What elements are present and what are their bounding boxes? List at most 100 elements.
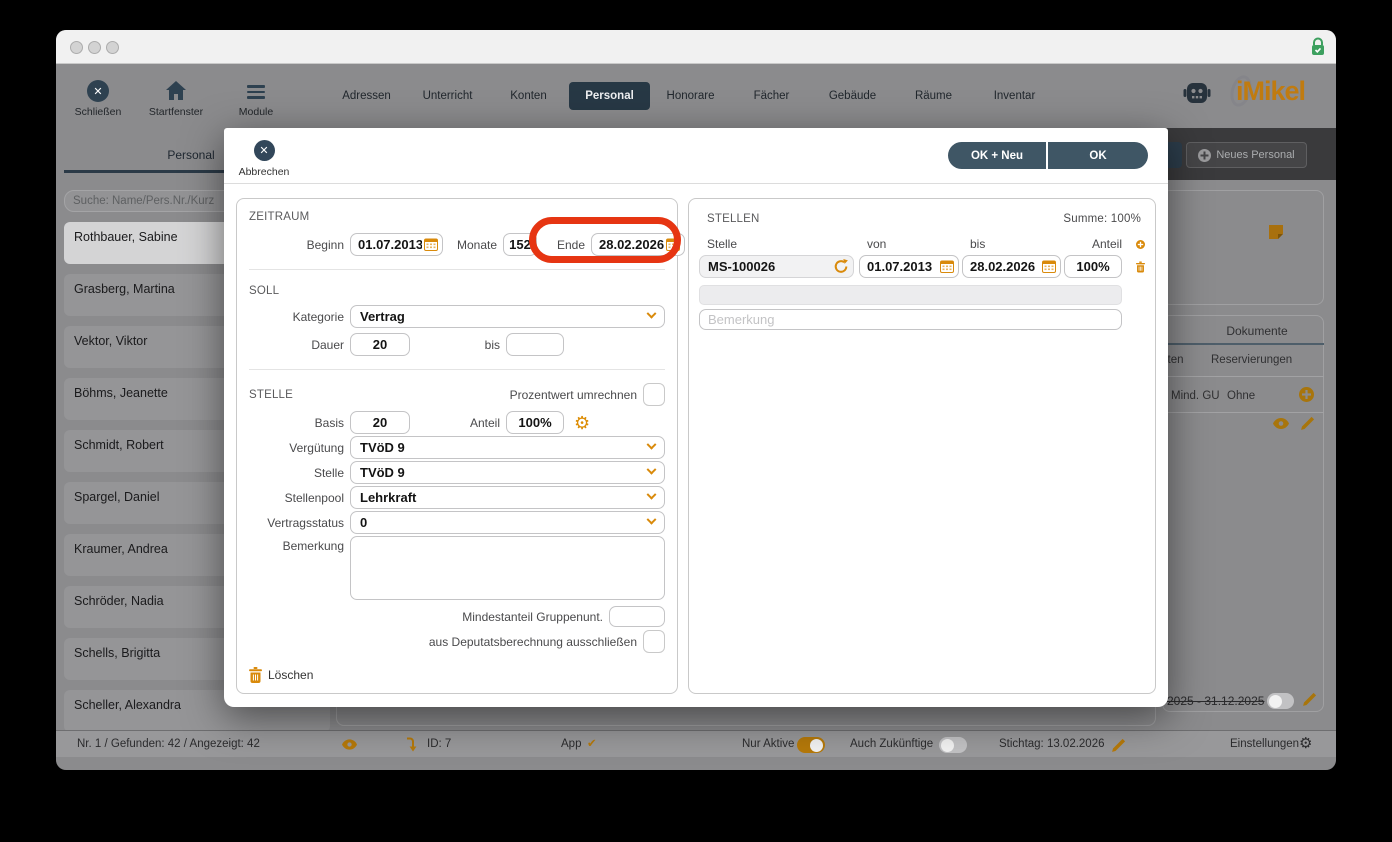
traffic-minimize-button[interactable] (88, 41, 101, 54)
ok-button[interactable]: OK (1048, 142, 1148, 169)
gear-icon[interactable]: ⚙ (574, 413, 590, 433)
abbrechen-label: Abbrechen (238, 166, 290, 178)
verguetung-label: Vergütung (289, 440, 344, 455)
tab-unterricht[interactable]: Unterricht (407, 82, 488, 110)
tab-faecher[interactable]: Fächer (731, 82, 812, 110)
stelle-von-field[interactable] (859, 255, 959, 278)
imikel-logo: iMikel (1226, 72, 1334, 110)
tab-konten[interactable]: Konten (488, 82, 569, 110)
chevron-down-icon (646, 489, 657, 500)
einstellungen-label[interactable]: Einstellungen (1230, 731, 1299, 757)
dauer-input[interactable] (350, 333, 410, 356)
divider (1163, 376, 1324, 377)
neues-personal-label: Neues Personal (1216, 149, 1295, 161)
result-counts: Nr. 1 / Gefunden: 42 / Angezeigt: 42 (77, 738, 260, 750)
pencil-icon[interactable] (1112, 738, 1126, 752)
mind-gu-label: Mind. GU (1171, 390, 1220, 402)
sort-down-icon[interactable] (406, 737, 417, 752)
plus-circle-icon (1198, 148, 1212, 162)
bemerkung-textarea[interactable] (350, 536, 665, 600)
stellenpool-row: Stellenpool Lehrkraft (249, 486, 665, 509)
close-icon: ✕ (253, 140, 275, 161)
tab-raeume[interactable]: Räume (893, 82, 974, 110)
nur-aktive-toggle[interactable] (797, 737, 825, 753)
beginn-field[interactable] (350, 233, 443, 256)
close-label: Schließen (74, 106, 122, 118)
chevron-down-icon (646, 514, 657, 525)
calendar-icon[interactable] (940, 260, 954, 273)
vertragsstatus-row: Vertragsstatus 0 (249, 511, 665, 534)
add-icon[interactable] (1299, 387, 1314, 402)
vertragsstatus-select[interactable]: 0 (350, 511, 665, 534)
tab-personal[interactable]: Personal (569, 82, 650, 110)
close-icon: ✕ (87, 80, 109, 102)
vertragsstatus-value: 0 (360, 515, 368, 530)
prozentwert-checkbox[interactable] (643, 383, 665, 406)
ok-neu-button[interactable]: OK + Neu (948, 142, 1046, 169)
traffic-close-button[interactable] (70, 41, 83, 54)
auch-zukuenftige-toggle[interactable] (939, 737, 967, 753)
pencil-icon[interactable] (1303, 692, 1317, 706)
tab-honorare[interactable]: Honorare (650, 82, 731, 110)
eye-icon[interactable] (1273, 418, 1289, 429)
dokumente-tab-underline (1163, 343, 1324, 345)
screen: ✕ Schließen Startfenster Module Adressen… (0, 0, 1392, 842)
kategorie-label: Kategorie (292, 309, 344, 324)
chevron-down-icon (646, 464, 657, 475)
anteil-input[interactable] (506, 411, 564, 434)
anteil-label: Anteil (469, 415, 500, 430)
mindestanteil-label: Mindestanteil Gruppenunt. (462, 609, 603, 624)
eye-icon[interactable] (342, 739, 357, 750)
refresh-icon[interactable] (834, 259, 848, 274)
calendar-icon[interactable] (1042, 260, 1056, 273)
tab-adressen[interactable]: Adressen (326, 82, 407, 110)
stellenpool-select[interactable]: Lehrkraft (350, 486, 665, 509)
stelle-label: Stelle (313, 465, 344, 480)
traffic-zoom-button[interactable] (106, 41, 119, 54)
tab-inventar[interactable]: Inventar (974, 82, 1055, 110)
deputat-checkbox[interactable] (643, 630, 665, 653)
stellen-bemerkung-input[interactable] (699, 309, 1122, 330)
startfenster-label: Startfenster (148, 106, 204, 118)
stellen-row (699, 255, 1145, 278)
stelle-anteil-input[interactable] (1064, 255, 1122, 278)
stelle-id-input[interactable] (699, 255, 854, 278)
prozentwert-label: Prozentwert umrechnen (509, 387, 637, 402)
robot-icon[interactable] (1183, 80, 1211, 106)
kategorie-select[interactable]: Vertrag (350, 305, 665, 328)
app-label: App (561, 738, 582, 750)
loeschen-button[interactable]: Löschen (249, 666, 665, 684)
divider (249, 369, 665, 370)
basis-row: Basis Anteil ⚙ (249, 411, 665, 434)
stelle-select[interactable]: TVöD 9 (350, 461, 665, 484)
col-stelle: Stelle (707, 237, 738, 251)
calendar-icon[interactable] (424, 238, 438, 251)
startfenster-button[interactable]: Startfenster (140, 80, 212, 118)
pencil-icon[interactable] (1301, 416, 1315, 430)
abbrechen-button[interactable]: ✕ Abbrechen (236, 140, 292, 178)
gear-icon[interactable]: ⚙ (1299, 731, 1312, 757)
add-row-icon[interactable] (1136, 237, 1145, 252)
stelle-id-field[interactable] (699, 255, 854, 278)
deputat-label: aus Deputatsberechnung ausschließen (428, 634, 637, 649)
neues-personal-button[interactable]: Neues Personal (1186, 142, 1307, 168)
basis-input[interactable] (350, 411, 410, 434)
mindestanteil-input[interactable] (609, 606, 665, 627)
period-toggle[interactable] (1267, 693, 1294, 709)
stellen-columns: Stelle von bis Anteil (699, 237, 1145, 251)
stelle-bis-field[interactable] (962, 255, 1061, 278)
stellenpool-value: Lehrkraft (360, 490, 417, 505)
bis-input[interactable] (506, 333, 564, 356)
module-button[interactable]: Module (228, 80, 284, 118)
tab-gebaeude[interactable]: Gebäude (812, 82, 893, 110)
note-icon[interactable] (1268, 224, 1284, 240)
close-app-button[interactable]: ✕ Schließen (70, 80, 126, 118)
verguetung-select[interactable]: TVöD 9 (350, 436, 665, 459)
stellen-panel: STELLEN Summe: 100% Stelle von bis Antei… (688, 198, 1156, 694)
trash-icon[interactable] (1136, 259, 1145, 275)
verguetung-row: Vergütung TVöD 9 (249, 436, 665, 459)
dauer-row: Dauer bis (249, 333, 665, 356)
tab-dokumente[interactable]: Dokumente (1207, 324, 1307, 338)
ohne-label: Ohne (1227, 390, 1256, 402)
tab-reservierungen[interactable]: Reservierungen (1211, 354, 1292, 366)
